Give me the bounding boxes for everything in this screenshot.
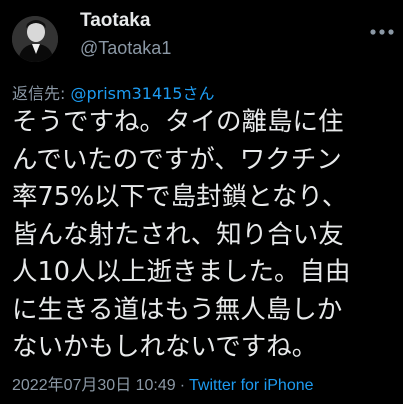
profile-photo-icon xyxy=(12,16,58,62)
author-display-name[interactable]: Taotaka xyxy=(80,10,150,32)
tweet-meta: 2022年07月30日 10:49 · Twitter for iPhone xyxy=(12,371,314,395)
more-horizontal-icon[interactable] xyxy=(369,22,395,35)
tweet-body-text: そうですね。タイの離島に住 んでいたのですが、ワクチン 率75%以下で島封鎖とな… xyxy=(12,107,351,362)
reply-prefix-label: 返信先: xyxy=(12,84,71,103)
author-avatar[interactable] xyxy=(12,16,58,62)
reply-to-handle-link[interactable]: @prism31415さん xyxy=(70,84,214,103)
author-handle[interactable]: @Taotaka1 xyxy=(80,38,171,59)
tweet-card: Taotaka @Taotaka1 返信先: @prism31415さん そうで… xyxy=(0,0,403,404)
reply-context: 返信先: @prism31415さん xyxy=(12,80,215,104)
tweet-timestamp-link[interactable]: 2022年07月30日 10:49 xyxy=(12,377,176,394)
meta-separator: · xyxy=(179,377,186,394)
tweet-source-link[interactable]: Twitter for iPhone xyxy=(189,377,314,394)
